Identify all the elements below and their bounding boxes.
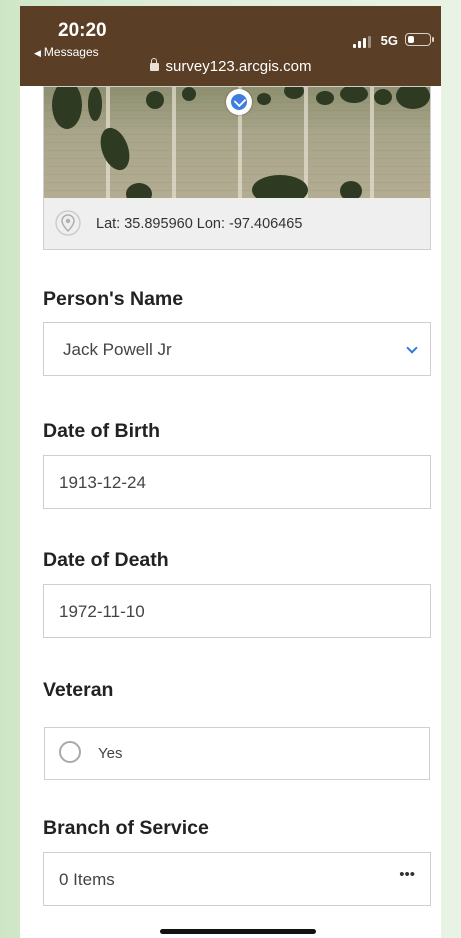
veteran-yes-option[interactable]: Yes <box>44 727 430 780</box>
coordinates-bar: Lat: 35.895960 Lon: -97.406465 <box>44 198 430 249</box>
date-of-death-label: Date of Death <box>43 549 169 571</box>
branch-of-service-label: Branch of Service <box>43 817 209 839</box>
phone-screen: 20:20 ◀Messages 5G survey123.arcgis.com <box>20 6 441 938</box>
radio-button[interactable] <box>59 741 81 763</box>
home-indicator[interactable] <box>160 929 316 934</box>
date-of-birth-label: Date of Birth <box>43 420 160 442</box>
back-label: Messages <box>43 45 99 59</box>
veteran-label: Veteran <box>43 679 114 701</box>
network-type: 5G <box>380 33 398 48</box>
location-pin-icon <box>226 89 252 115</box>
person-name-select[interactable]: Jack Powell Jr <box>43 322 431 376</box>
veteran-yes-label: Yes <box>98 745 123 762</box>
location-map-card[interactable]: Lat: 35.895960 Lon: -97.406465 <box>43 86 431 250</box>
more-options-icon[interactable]: ••• <box>399 866 415 883</box>
satellite-map[interactable] <box>44 87 430 198</box>
back-to-messages[interactable]: ◀ Messages <box>34 45 99 59</box>
signal-icon <box>353 36 373 48</box>
url-text: survey123.arcgis.com <box>165 58 312 75</box>
location-marker-icon <box>55 210 81 236</box>
branch-of-service-value: 0 Items <box>59 870 115 889</box>
branch-of-service-select[interactable]: 0 Items ••• <box>43 852 431 906</box>
date-of-death-value: 1972-11-10 <box>59 602 145 621</box>
back-arrow-icon: ◀ <box>34 48 41 58</box>
date-of-death-field[interactable]: 1972-11-10 <box>43 584 431 638</box>
address-bar[interactable]: survey123.arcgis.com <box>20 58 441 75</box>
battery-icon <box>405 33 434 46</box>
status-bar: 20:20 ◀ Messages 5G survey123.arcgis.com <box>20 6 441 86</box>
clock: 20:20 <box>58 20 107 41</box>
coordinates-text: Lat: 35.895960 Lon: -97.406465 <box>96 216 303 232</box>
chevron-down-icon <box>406 342 418 354</box>
person-name-label: Person's Name <box>43 288 184 310</box>
lock-icon <box>149 58 159 71</box>
date-of-birth-value: 1913-12-24 <box>59 473 146 492</box>
person-name-value: Jack Powell Jr <box>63 340 172 359</box>
date-of-birth-field[interactable]: 1913-12-24 <box>43 455 431 509</box>
